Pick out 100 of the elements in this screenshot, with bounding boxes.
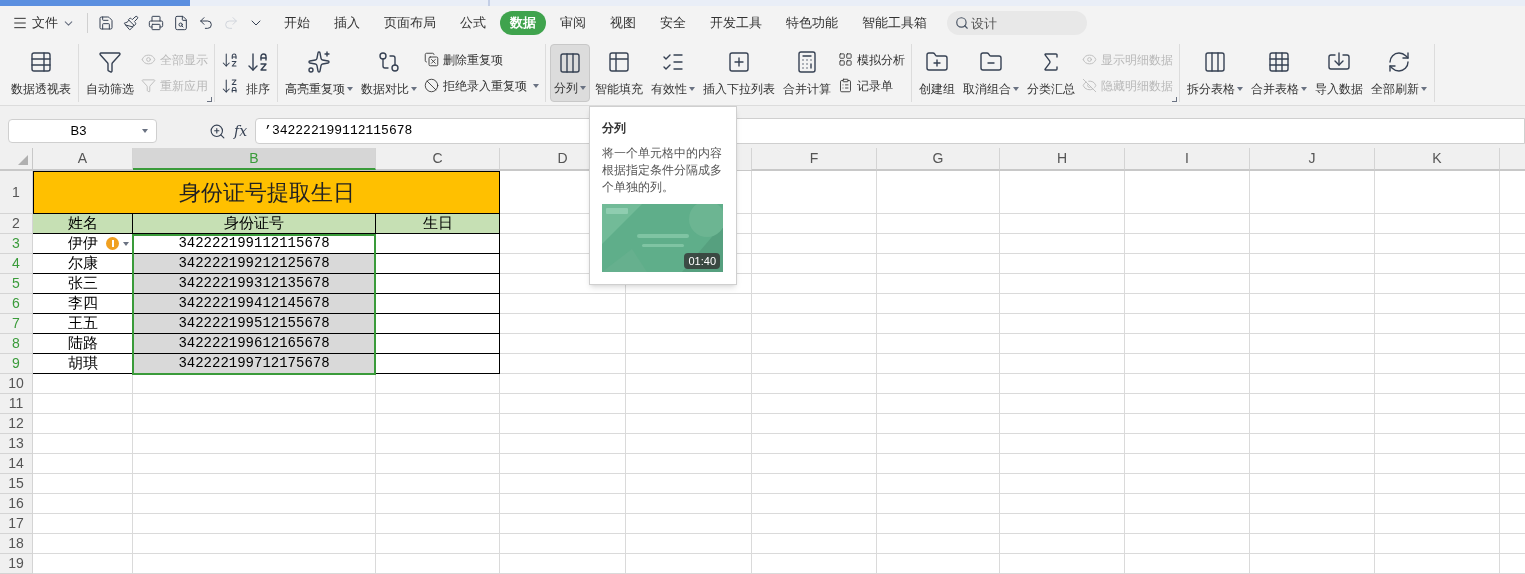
caret-icon <box>142 129 148 133</box>
ribbon-small-button[interactable]: 删除重复项 <box>424 50 539 69</box>
search-field[interactable]: 设计 <box>947 11 1087 35</box>
ribbon-small-button[interactable]: 模拟分析 <box>838 50 905 69</box>
ribbon-button[interactable]: 插入下拉列表 <box>700 43 778 102</box>
save-icon[interactable] <box>98 15 114 31</box>
ribbon-button[interactable]: 创建组 <box>916 43 958 102</box>
ribbon-button[interactable]: 合并计算 <box>780 43 834 102</box>
redo-icon[interactable] <box>223 15 239 31</box>
ribbon-button[interactable]: 智能填充 <box>592 43 646 102</box>
ribbon-button[interactable]: 取消组合 <box>960 43 1022 102</box>
ribbon-tab[interactable]: 页面布局 <box>374 11 446 35</box>
ribbon-tab[interactable]: 开发工具 <box>700 11 772 35</box>
row-header[interactable]: 1 <box>0 171 33 214</box>
select-all-corner[interactable] <box>0 148 33 170</box>
dialog-launcher-icon[interactable] <box>207 96 212 102</box>
row-header[interactable]: 2 <box>0 214 33 234</box>
table-cell: 李四 <box>33 294 133 314</box>
ribbon-small-button[interactable]: 拒绝录入重复项 <box>424 76 539 95</box>
row-header[interactable]: 12 <box>0 414 33 434</box>
table-cell: 伊伊 <box>33 234 133 254</box>
table-cell[interactable]: 342222199212125678 <box>133 254 376 274</box>
ribbon-button[interactable]: 自动筛选 <box>83 43 137 102</box>
row-header[interactable]: 19 <box>0 554 33 574</box>
ribbon-tab[interactable]: 视图 <box>600 11 646 35</box>
table-cell[interactable]: 342222199612165678 <box>133 334 376 354</box>
row-header[interactable]: 13 <box>0 434 33 454</box>
tool-icon <box>795 49 819 74</box>
tool-icon <box>607 49 631 74</box>
ribbon-button[interactable]: 数据透视表 <box>8 43 74 102</box>
row-header[interactable]: 10 <box>0 374 33 394</box>
ribbon-button[interactable]: 高亮重复项 <box>282 43 356 102</box>
ribbon-tab[interactable]: 审阅 <box>550 11 596 35</box>
title-cell: 身份证号提取生日 <box>33 171 500 214</box>
caret-icon <box>1237 87 1243 92</box>
undo-icon[interactable] <box>198 15 214 31</box>
ribbon-button[interactable]: 全部刷新 <box>1368 43 1430 102</box>
tool-icon <box>1203 49 1227 74</box>
dialog-launcher-icon[interactable] <box>1172 96 1177 102</box>
row-header[interactable]: 15 <box>0 474 33 494</box>
sort-ascending-icon[interactable] <box>221 50 239 69</box>
caret-icon <box>123 241 129 246</box>
search-icon <box>955 16 969 30</box>
column-header[interactable]: A <box>33 148 133 170</box>
ribbon-small-button[interactable]: 记录单 <box>838 76 905 95</box>
header-cell: 姓名 <box>33 214 133 234</box>
warning-icon[interactable] <box>106 237 129 250</box>
row-header[interactable]: 17 <box>0 514 33 534</box>
caret-icon <box>347 87 353 92</box>
table-cell[interactable]: 342222199712175678 <box>133 354 376 374</box>
ribbon-button[interactable]: 分列 <box>550 43 590 102</box>
tool-icon <box>979 49 1003 74</box>
column-header[interactable]: C <box>376 148 500 170</box>
row-header[interactable]: 14 <box>0 454 33 474</box>
tool-icon <box>1082 52 1097 67</box>
tool-icon <box>727 49 751 74</box>
tool-icon <box>925 49 949 74</box>
table-cell[interactable]: 342222199312135678 <box>133 274 376 294</box>
ribbon-button[interactable]: 有效性 <box>648 43 698 102</box>
zoom-icon[interactable] <box>209 122 226 140</box>
tool-icon <box>838 78 853 93</box>
caret-icon <box>580 86 586 91</box>
table-cell: 尔康 <box>33 254 133 274</box>
ribbon-button[interactable]: 排序 <box>243 43 273 102</box>
row-header[interactable]: 18 <box>0 534 33 554</box>
ribbon-tab[interactable]: 智能工具箱 <box>852 11 937 35</box>
ribbon-tab[interactable]: 特色功能 <box>776 11 848 35</box>
row-header[interactable]: 16 <box>0 494 33 514</box>
ribbon-tab[interactable]: 插入 <box>324 11 370 35</box>
column-header[interactable]: G <box>877 148 1000 170</box>
tool-icon <box>141 78 156 93</box>
column-header[interactable]: J <box>1250 148 1375 170</box>
table-cell[interactable]: 342222199412145678 <box>133 294 376 314</box>
name-box[interactable]: B3 <box>8 119 157 143</box>
row-header[interactable]: 11 <box>0 394 33 414</box>
sort-descending-icon[interactable] <box>221 76 239 95</box>
ribbon-button[interactable]: 拆分表格 <box>1184 43 1246 102</box>
column-header[interactable]: F <box>752 148 877 170</box>
print-icon[interactable] <box>148 15 164 31</box>
tool-icon <box>307 49 331 74</box>
column-header[interactable]: K <box>1375 148 1500 170</box>
file-menu[interactable]: 文件 <box>12 13 88 33</box>
ribbon-tab[interactable]: 安全 <box>650 11 696 35</box>
column-header[interactable]: I <box>1125 148 1250 170</box>
format-painter-icon[interactable] <box>123 15 139 31</box>
ribbon-button[interactable]: 数据对比 <box>358 43 420 102</box>
ribbon-tab[interactable]: 开始 <box>274 11 320 35</box>
caret-icon <box>411 87 417 92</box>
window-tab[interactable] <box>0 0 190 6</box>
column-header[interactable]: H <box>1000 148 1125 170</box>
tool-icon <box>424 78 439 93</box>
caret-icon <box>533 83 539 88</box>
ribbon-button[interactable]: 合并表格 <box>1248 43 1310 102</box>
tool-icon <box>1082 78 1097 93</box>
print-preview-icon[interactable] <box>173 15 189 31</box>
table-cell[interactable]: 342222199512155678 <box>133 314 376 334</box>
function-button[interactable]: fx <box>234 120 248 142</box>
ribbon-tab[interactable]: 公式 <box>450 11 496 35</box>
ribbon-button[interactable]: 导入数据 <box>1312 43 1366 102</box>
ribbon-button[interactable]: 分类汇总 <box>1024 43 1078 102</box>
